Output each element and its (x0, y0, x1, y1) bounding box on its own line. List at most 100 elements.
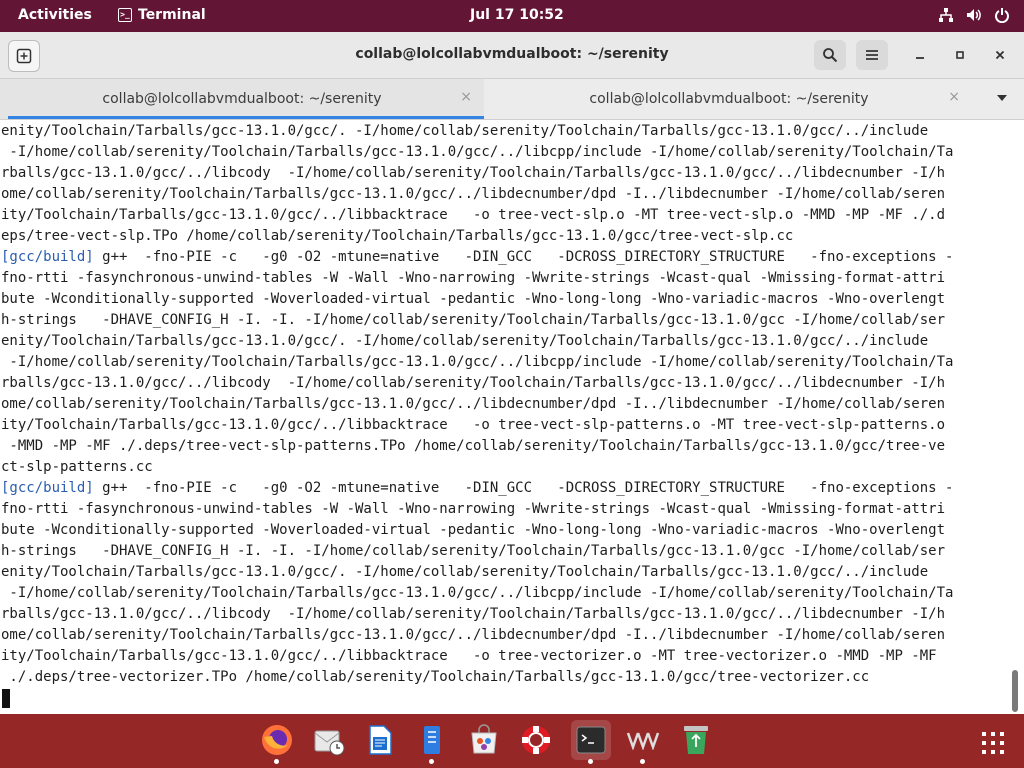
scrollbar[interactable] (1012, 670, 1018, 712)
terminal-line-text: eps/tree-vect-slp.TPo /home/collab/seren… (1, 228, 794, 244)
app-menu-label: Terminal (138, 7, 206, 23)
running-indicator (429, 759, 434, 764)
terminal-line: -I/home/collab/serenity/Toolchain/Tarbal… (1, 142, 953, 163)
terminal-line-text: rballs/gcc-13.1.0/gcc/../libcody -I/home… (1, 165, 946, 181)
app-menu-button[interactable]: >_ Terminal (118, 7, 206, 23)
terminal-line-text: enity/Toolchain/Tarballs/gcc-13.1.0/gcc/… (1, 123, 929, 139)
terminal-line-text: bute -Wconditionally-supported -Woverloa… (1, 522, 946, 538)
tab-1-close-icon[interactable]: × (460, 89, 472, 105)
terminal-line-text: ity/Toolchain/Tarballs/gcc-13.1.0/gcc/..… (1, 417, 946, 433)
dock-software[interactable] (464, 720, 504, 760)
tab-1[interactable]: collab@lolcollabvmdualboot: ~/serenity × (0, 79, 484, 119)
active-tab-indicator (8, 116, 484, 119)
terminal-line-text: ome/collab/serenity/Toolchain/Tarballs/g… (1, 186, 946, 202)
terminal-icon (576, 726, 606, 754)
dock-files[interactable] (412, 720, 452, 764)
search-icon (823, 48, 838, 63)
terminal-line-text: ome/collab/serenity/Toolchain/Tarballs/g… (1, 396, 946, 412)
volume-icon (967, 9, 981, 21)
terminal-line-text: ity/Toolchain/Tarballs/gcc-13.1.0/gcc/..… (1, 648, 937, 664)
show-apps-icon[interactable] (982, 732, 1004, 754)
dock-writer[interactable] (360, 720, 400, 760)
tab-bar: collab@lolcollabvmdualboot: ~/serenity ×… (0, 79, 1024, 120)
terminal-line: ome/collab/serenity/Toolchain/Tarballs/g… (1, 184, 953, 205)
clock[interactable]: Jul 17 10:52 (470, 7, 564, 23)
help-icon (522, 726, 550, 754)
terminal-line-text: ct-slp-patterns.cc (1, 459, 153, 475)
build-prefix: [gcc/build] (1, 249, 94, 265)
running-indicator (640, 759, 645, 764)
tab-2-label: collab@lolcollabvmdualboot: ~/serenity (589, 91, 869, 107)
terminal-line: eps/tree-vect-slp.TPo /home/collab/seren… (1, 226, 953, 247)
dock-vm[interactable] (623, 720, 663, 764)
terminal-line-text: g++ -fno-PIE -c -g0 -O2 -mtune=native -D… (93, 480, 954, 496)
network-icon (939, 8, 953, 22)
top-bar: Activities >_ Terminal Jul 17 10:52 (0, 0, 1024, 32)
dock-terminal[interactable] (571, 720, 611, 764)
terminal-line-text: fno-rtti -fasynchronous-unwind-tables -W… (1, 501, 946, 517)
terminal-line: [gcc/build] g++ -fno-PIE -c -g0 -O2 -mtu… (1, 478, 953, 499)
terminal-line: enity/Toolchain/Tarballs/gcc-13.1.0/gcc/… (1, 331, 953, 352)
terminal-line: ./.deps/tree-vectorizer.TPo /home/collab… (1, 667, 953, 688)
terminal-line-text: h-strings -DHAVE_CONFIG_H -I. -I. -I/hom… (1, 543, 946, 559)
terminal-line: enity/Toolchain/Tarballs/gcc-13.1.0/gcc/… (1, 121, 953, 142)
terminal-text: enity/Toolchain/Tarballs/gcc-13.1.0/gcc/… (1, 121, 953, 688)
terminal-line: bute -Wconditionally-supported -Woverloa… (1, 289, 953, 310)
terminal-line-text: ome/collab/serenity/Toolchain/Tarballs/g… (1, 627, 946, 643)
terminal-line: rballs/gcc-13.1.0/gcc/../libcody -I/home… (1, 163, 953, 184)
terminal-line-text: -I/home/collab/serenity/Toolchain/Tarbal… (1, 144, 954, 160)
system-menu[interactable] (938, 7, 1010, 23)
files-icon (424, 726, 440, 754)
terminal-line-text: rballs/gcc-13.1.0/gcc/../libcody -I/home… (1, 606, 946, 622)
hamburger-menu-icon (866, 50, 878, 60)
search-button[interactable] (814, 40, 846, 70)
dock-trash[interactable] (676, 720, 716, 760)
minimize-button[interactable] (904, 40, 936, 70)
terminal-line-text: -I/home/collab/serenity/Toolchain/Tarbal… (1, 585, 954, 601)
terminal-line-text: enity/Toolchain/Tarballs/gcc-13.1.0/gcc/… (1, 333, 929, 349)
power-icon (995, 8, 1009, 23)
terminal-output[interactable]: enity/Toolchain/Tarballs/gcc-13.1.0/gcc/… (0, 120, 1008, 714)
terminal-line: ity/Toolchain/Tarballs/gcc-13.1.0/gcc/..… (1, 205, 953, 226)
dock-firefox[interactable] (257, 720, 297, 764)
terminal-line-text: enity/Toolchain/Tarballs/gcc-13.1.0/gcc/… (1, 564, 929, 580)
menu-button[interactable] (856, 40, 888, 70)
terminal-line: bute -Wconditionally-supported -Woverloa… (1, 520, 953, 541)
terminal-app-icon: >_ (118, 8, 132, 22)
tab-2[interactable]: collab@lolcollabvmdualboot: ~/serenity × (486, 79, 972, 119)
terminal-line: -I/home/collab/serenity/Toolchain/Tarbal… (1, 583, 953, 604)
terminal-line-text: rballs/gcc-13.1.0/gcc/../libcody -I/home… (1, 375, 946, 391)
terminal-line-text: -I/home/collab/serenity/Toolchain/Tarbal… (1, 354, 954, 370)
running-indicator (588, 759, 593, 764)
terminal-line-text: h-strings -DHAVE_CONFIG_H -I. -I. -I/hom… (1, 312, 946, 328)
evolution-icon (314, 730, 345, 756)
software-icon (471, 724, 497, 754)
maximize-button[interactable] (944, 40, 976, 70)
terminal-line: -I/home/collab/serenity/Toolchain/Tarbal… (1, 352, 953, 373)
writer-icon (369, 725, 392, 755)
dock-help[interactable] (516, 720, 556, 760)
terminal-line-text: fno-rtti -fasynchronous-unwind-tables -W… (1, 270, 946, 286)
terminal-line: ct-slp-patterns.cc (1, 457, 953, 478)
maximize-icon (956, 51, 964, 59)
minimize-icon (916, 57, 924, 59)
tab-2-close-icon[interactable]: × (948, 89, 960, 105)
running-indicator (274, 759, 279, 764)
dock-evolution[interactable] (309, 720, 349, 760)
dock (0, 714, 1024, 768)
text-cursor (2, 689, 10, 708)
terminal-line-text: bute -Wconditionally-supported -Woverloa… (1, 291, 946, 307)
terminal-line: h-strings -DHAVE_CONFIG_H -I. -I. -I/hom… (1, 310, 953, 331)
terminal-line-text: -MMD -MP -MF ./.deps/tree-vect-slp-patte… (1, 438, 946, 454)
activities-button[interactable]: Activities (18, 7, 92, 23)
terminal-line: fno-rtti -fasynchronous-unwind-tables -W… (1, 268, 953, 289)
terminal-line-text: g++ -fno-PIE -c -g0 -O2 -mtune=native -D… (93, 249, 954, 265)
vm-icon (626, 732, 660, 750)
window-header: collab@lolcollabvmdualboot: ~/serenity (0, 32, 1024, 79)
tab-1-label: collab@lolcollabvmdualboot: ~/serenity (102, 91, 382, 107)
tab-list-chevron-down-icon[interactable] (996, 93, 1008, 103)
build-prefix: [gcc/build] (1, 480, 94, 496)
terminal-line: ity/Toolchain/Tarballs/gcc-13.1.0/gcc/..… (1, 415, 953, 436)
close-button[interactable] (984, 40, 1016, 70)
terminal-line: ity/Toolchain/Tarballs/gcc-13.1.0/gcc/..… (1, 646, 953, 667)
